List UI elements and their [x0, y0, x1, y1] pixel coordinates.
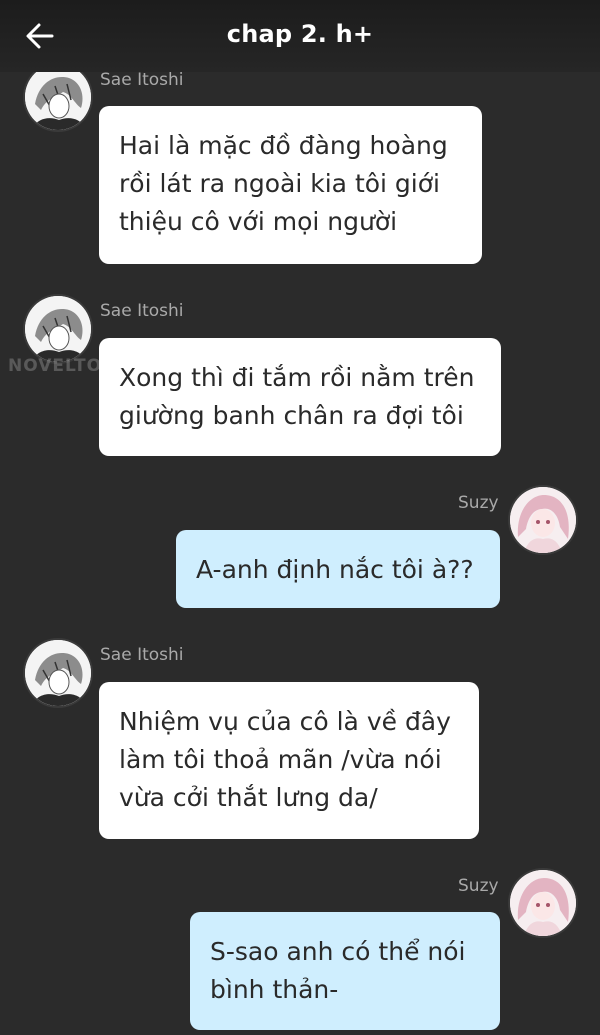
sender-name: Sae Itoshi: [100, 70, 184, 90]
sender-name: Sae Itoshi: [100, 645, 184, 665]
avatar-sae-itoshi[interactable]: [25, 640, 91, 706]
avatar-sae-itoshi[interactable]: [25, 64, 91, 130]
page-title: chap 2. h+: [226, 20, 374, 48]
message-bubble[interactable]: Xong thì đi tắm rồi nằm trên giường banh…: [99, 338, 501, 456]
message-text: Nhiệm vụ của cô là về đây: [119, 707, 451, 736]
message-text: Xong thì đi tắm rồi nằm trên: [119, 363, 475, 392]
message-text: vừa cởi thắt lưng da/: [119, 783, 378, 812]
message-text: rồi lát ra ngoài kia tôi giới: [119, 169, 440, 198]
avatar-suzy[interactable]: [510, 487, 576, 553]
sender-name: Suzy: [458, 493, 499, 513]
top-bar: chap 2. h+: [0, 0, 600, 72]
message-text: S-sao anh có thể nói: [210, 937, 466, 966]
avatar-suzy[interactable]: [510, 870, 576, 936]
message-text: Hai là mặc đồ đàng hoàng: [119, 131, 448, 160]
sender-name: Sae Itoshi: [100, 301, 184, 321]
message-text: bình thản-: [210, 975, 339, 1004]
avatar-sae-itoshi[interactable]: [25, 296, 91, 362]
message-bubble[interactable]: Hai là mặc đồ đàng hoàng rồi lát ra ngoà…: [99, 106, 482, 264]
message-text: A-anh định nắc tôi à??: [196, 555, 474, 584]
message-text: giường banh chân ra đợi tôi: [119, 401, 464, 430]
message-bubble[interactable]: A-anh định nắc tôi à??: [176, 530, 500, 608]
message-text: làm tôi thoả mãn /vừa nói: [119, 745, 442, 774]
message-text: thiệu cô với mọi người: [119, 207, 398, 236]
message-bubble[interactable]: S-sao anh có thể nói bình thản-: [190, 912, 500, 1030]
message-bubble[interactable]: Nhiệm vụ của cô là về đây làm tôi thoả m…: [99, 682, 479, 839]
chat-area[interactable]: Sae Itoshi Hai là mặc đồ đàng hoàng rồi …: [0, 0, 600, 1035]
watermark: NOVELTOON: [8, 356, 133, 376]
sender-name: Suzy: [458, 876, 499, 896]
